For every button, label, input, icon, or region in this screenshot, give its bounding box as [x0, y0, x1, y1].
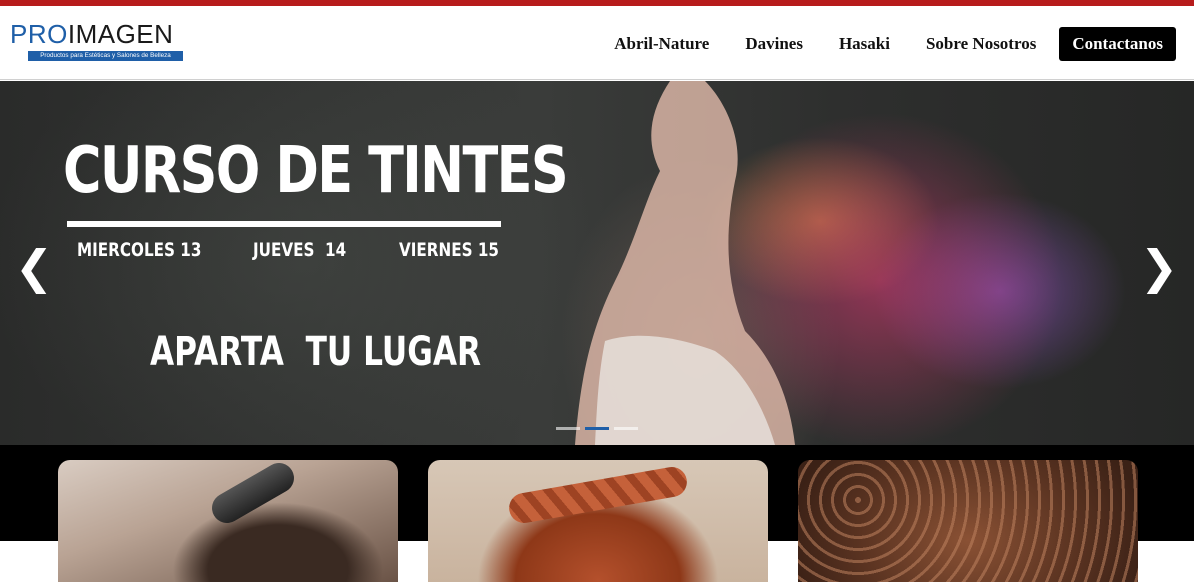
logo-imagen-text: IMAGEN [67, 19, 174, 49]
chevron-left-icon[interactable]: ❮ [14, 239, 54, 295]
feature-card-waves[interactable] [798, 460, 1138, 582]
hero-title-rule [67, 221, 501, 227]
hero-dates: MIERCOLES 13 JUEVES 14 VIERNES 15 [77, 237, 507, 263]
hero-carousel: CURSO DE TINTES MIERCOLES 13 JUEVES 14 V… [0, 81, 1194, 445]
hero-date-viernes: VIERNES 15 [399, 239, 500, 261]
hero-woman-figure [575, 81, 795, 445]
contactanos-button[interactable]: Contactanos [1059, 27, 1176, 61]
feature-cards [0, 460, 1194, 582]
carousel-indicators [556, 427, 638, 430]
logo-pro-text: PRO [10, 19, 68, 49]
curling-iron-image [206, 460, 300, 529]
braid-image [506, 464, 690, 526]
hero-date-miercoles: MIERCOLES 13 [77, 239, 202, 261]
main-nav: Abril-Nature Davines Hasaki Sobre Nosotr… [596, 27, 1176, 61]
chevron-right-icon[interactable]: ❯ [1139, 239, 1179, 295]
nav-link-abril-nature[interactable]: Abril-Nature [596, 28, 727, 60]
proimagen-logo[interactable]: PROIMAGEN Productos para Estéticas y Sal… [10, 20, 200, 66]
feature-card-curling[interactable] [58, 460, 398, 582]
carousel-indicator-2[interactable] [585, 427, 609, 430]
hero-title: CURSO DE TINTES [63, 134, 569, 208]
wavy-hair-image [798, 460, 1138, 582]
logo-tagline: Productos para Estéticas y Salones de Be… [28, 51, 183, 61]
logo-wordmark: PROIMAGEN [10, 20, 200, 48]
site-header: PROIMAGEN Productos para Estéticas y Sal… [0, 6, 1194, 80]
hero-date-jueves: JUEVES 14 [253, 239, 347, 261]
carousel-indicator-1[interactable] [556, 427, 580, 430]
carousel-indicator-3[interactable] [614, 427, 638, 430]
nav-link-sobre-nosotros[interactable]: Sobre Nosotros [908, 28, 1054, 60]
nav-link-hasaki[interactable]: Hasaki [821, 28, 908, 60]
nav-link-davines[interactable]: Davines [727, 28, 821, 60]
hero-cta-text: APARTA TU LUGAR [150, 329, 482, 375]
feature-card-braid[interactable] [428, 460, 768, 582]
